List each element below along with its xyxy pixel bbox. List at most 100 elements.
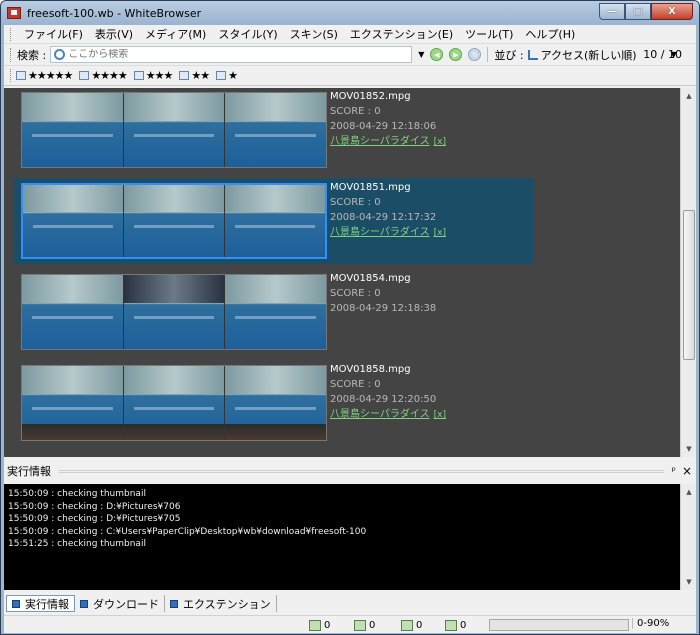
status-thumbnail-count: 0 xyxy=(309,618,350,632)
panel-tabs: 実行情報 ダウンロード エクステンション xyxy=(4,594,696,613)
forward-icon[interactable]: ▶ xyxy=(449,48,463,61)
scroll-up-icon[interactable]: ▲ xyxy=(681,88,696,104)
add-queue-icon xyxy=(401,619,413,631)
maximize-button[interactable]: □ xyxy=(625,3,651,20)
thumbnail-strip[interactable] xyxy=(21,274,327,350)
log-scrollbar[interactable]: ▲ ▼ xyxy=(680,484,696,590)
minimize-button[interactable]: — xyxy=(599,3,625,20)
filter-2-stars[interactable]: ★★ xyxy=(179,69,210,82)
filter-icon xyxy=(16,71,26,80)
media-item[interactable]: MOV01854.mpg SCORE : 0 2008-04-29 12:18:… xyxy=(13,269,533,355)
download-queue-icon xyxy=(445,619,457,631)
status-value: 0 xyxy=(460,619,467,631)
media-filename[interactable]: MOV01854.mpg xyxy=(330,271,436,286)
search-icon xyxy=(54,49,66,60)
tag-remove-link[interactable]: [x] xyxy=(434,410,446,420)
filter-4-stars[interactable]: ★★★★ xyxy=(79,69,128,82)
thumbnail-frame xyxy=(22,366,124,440)
media-score: SCORE : 0 xyxy=(330,288,381,299)
status-value: 0 xyxy=(324,619,331,631)
filter-icon xyxy=(133,71,144,80)
tab-label: ダウンロード xyxy=(93,597,159,611)
thumbnail-frame xyxy=(123,93,226,167)
log-output[interactable]: 15:50:09 : checking thumbnail 15:50:09 :… xyxy=(4,484,696,590)
thumbnail-frame xyxy=(124,185,225,257)
tag-remove-link[interactable]: [x] xyxy=(434,137,446,147)
thumbnail-strip[interactable] xyxy=(21,92,327,168)
log-line: 15:51:25 : checking thumbnail xyxy=(8,539,146,549)
media-meta: MOV01858.mpg SCORE : 0 2008-04-29 12:20:… xyxy=(330,362,446,423)
menu-media[interactable]: メディア(M) xyxy=(139,26,212,42)
filter-5-stars[interactable]: ★★★★★ xyxy=(16,69,73,82)
panel-close-icon[interactable]: × xyxy=(682,464,692,478)
scroll-down-icon[interactable]: ▼ xyxy=(681,574,696,590)
progress-bar xyxy=(489,619,629,631)
filter-3-stars[interactable]: ★★★ xyxy=(133,69,173,82)
title-bar[interactable]: freesoft-100.wb - WhiteBrowser — □ X xyxy=(1,1,699,25)
filter-icon xyxy=(179,71,190,80)
thumbnail-queue-icon xyxy=(309,619,321,631)
menu-extension[interactable]: エクステンション(E) xyxy=(344,26,459,42)
thumbnail-frame xyxy=(225,366,327,440)
media-tag[interactable]: 八景島シーパラダイス xyxy=(330,136,430,147)
search-field[interactable] xyxy=(50,46,413,63)
scroll-thumb[interactable] xyxy=(683,210,695,360)
thumbnail-frame xyxy=(23,185,124,257)
thumbnail-frame xyxy=(225,93,327,167)
menu-view[interactable]: 表示(V) xyxy=(89,26,139,42)
search-dropdown-arrow-icon[interactable]: ▼ xyxy=(418,50,424,59)
window-title: freesoft-100.wb - WhiteBrowser xyxy=(27,6,202,20)
search-input[interactable] xyxy=(68,49,399,60)
media-tag[interactable]: 八景島シーパラダイス xyxy=(330,409,430,420)
media-filename[interactable]: MOV01852.mpg xyxy=(330,89,446,104)
media-item-selected[interactable]: MOV01851.mpg SCORE : 0 2008-04-29 12:17:… xyxy=(13,178,533,264)
media-filename[interactable]: MOV01858.mpg xyxy=(330,362,446,377)
scroll-down-icon[interactable]: ▼ xyxy=(681,441,696,457)
thumbnail-scrollbar[interactable]: ▲ ▼ xyxy=(680,88,696,457)
media-tag[interactable]: 八景島シーパラダイス xyxy=(330,227,430,238)
thumbnail-strip[interactable] xyxy=(21,365,327,441)
tab-label: エクステンション xyxy=(183,597,271,611)
menu-tools[interactable]: ツール(T) xyxy=(459,26,519,42)
status-value: 0 xyxy=(416,619,423,631)
menu-file[interactable]: ファイル(F) xyxy=(18,26,89,42)
menu-bar: ファイル(F) 表示(V) メディア(M) スタイル(Y) スキン(S) エクス… xyxy=(4,25,696,44)
scroll-up-icon[interactable]: ▲ xyxy=(681,484,696,500)
item-count: 10 / 10 xyxy=(643,48,682,61)
tab-extension[interactable]: エクステンション xyxy=(165,595,277,612)
menu-style[interactable]: スタイル(Y) xyxy=(212,26,283,42)
star-toolbar-grip[interactable] xyxy=(10,69,13,82)
toolbar-grip[interactable] xyxy=(10,47,13,62)
refresh-icon[interactable]: ↻ xyxy=(468,48,482,61)
log-panel-title: 実行情報 xyxy=(7,465,51,478)
status-check-count: 0 xyxy=(354,618,395,632)
media-date: 2008-04-29 12:17:32 xyxy=(330,212,437,223)
thumbnail-view: MOV01852.mpg SCORE : 0 2008-04-29 12:18:… xyxy=(4,88,696,457)
tab-download[interactable]: ダウンロード xyxy=(75,595,165,612)
status-add-count: 0 xyxy=(401,618,442,632)
tab-icon xyxy=(12,599,20,608)
thumbnail-frame xyxy=(22,93,124,167)
pin-icon[interactable]: ᵖ xyxy=(672,466,676,477)
media-score: SCORE : 0 xyxy=(330,106,381,117)
log-line: 15:50:09 : checking : C:¥Users¥PaperClip… xyxy=(8,526,367,537)
media-item[interactable]: MOV01858.mpg SCORE : 0 2008-04-29 12:20:… xyxy=(13,360,533,446)
thumbnail-strip[interactable] xyxy=(21,183,327,259)
log-line: 15:50:09 : checking : D:¥Pictures¥705 xyxy=(8,514,181,524)
tab-run-info[interactable]: 実行情報 xyxy=(6,595,75,612)
panel-drag-handle[interactable] xyxy=(59,469,664,473)
media-filename[interactable]: MOV01851.mpg xyxy=(330,180,446,195)
toolbar-separator xyxy=(487,47,489,62)
back-icon[interactable]: ◀ xyxy=(430,48,444,61)
zoom-ratio: 0-90% xyxy=(632,618,672,629)
tag-remove-link[interactable]: [x] xyxy=(434,228,446,238)
menu-grip[interactable] xyxy=(10,27,13,41)
close-button[interactable]: X xyxy=(651,3,693,20)
thumbnail-frame xyxy=(123,275,226,349)
menu-help[interactable]: ヘルプ(H) xyxy=(519,26,581,42)
filter-1-star[interactable]: ★ xyxy=(216,69,238,82)
tab-icon xyxy=(80,599,88,608)
menu-skin[interactable]: スキン(S) xyxy=(284,26,344,42)
media-date: 2008-04-29 12:18:38 xyxy=(330,303,437,314)
media-item[interactable]: MOV01852.mpg SCORE : 0 2008-04-29 12:18:… xyxy=(13,88,533,173)
